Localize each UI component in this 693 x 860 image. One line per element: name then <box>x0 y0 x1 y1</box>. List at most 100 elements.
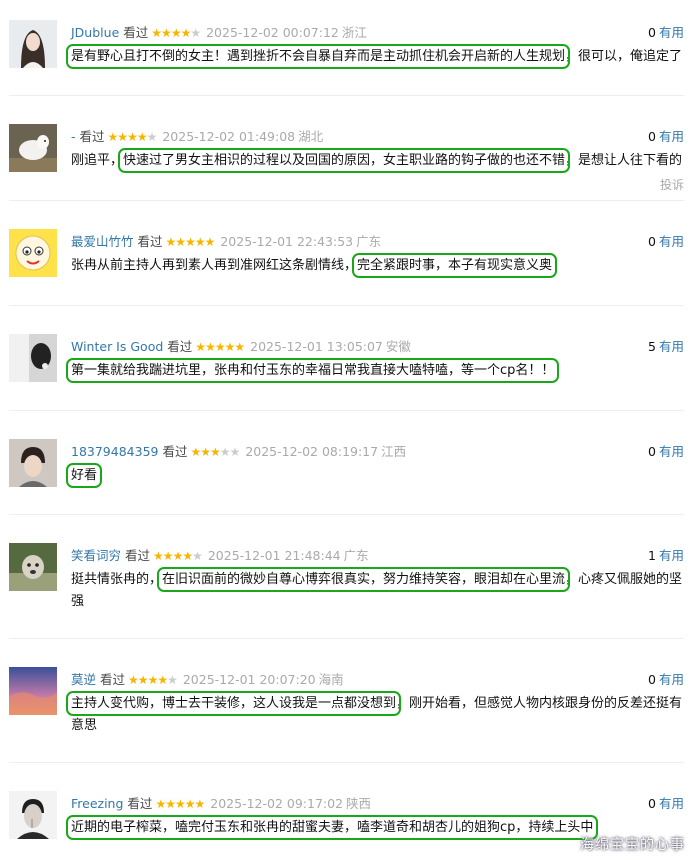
highlighted-text: 第一集就给我踹进坑里，张冉和付玉东的幸福日常我直接大嗑特嗑，等一个cp名！！ <box>65 358 560 383</box>
star-icon: ★ <box>184 797 196 811</box>
useful-count: 5 <box>648 339 656 354</box>
star-icon: ★ <box>200 445 211 459</box>
useful-button[interactable]: 有用 <box>659 234 684 249</box>
username-link[interactable]: - <box>71 129 76 144</box>
comment-location: 湖北 <box>298 129 324 144</box>
highlighted-text: 近期的电子榨菜，嗑完付玉东和张冉的甜蜜夫妻，嗑李道奇和胡杏儿的姐狗cp，持续上头… <box>65 815 599 840</box>
star-icon: ★ <box>214 340 226 354</box>
comment-meta: Winter Is Good 看过 ★★★★★ 2025-12-01 13:05:07… <box>71 336 411 355</box>
rating-stars: ★★★★★ <box>151 26 201 40</box>
comment-time: 2025-12-02 00:07:12 <box>206 25 339 40</box>
comment-meta: Freezing 看过 ★★★★★ 2025-12-02 09:17:02 陕西 <box>71 793 371 812</box>
report-link[interactable]: 投诉 <box>660 176 684 193</box>
star-icon: ★ <box>128 673 139 687</box>
star-icon: ★ <box>157 673 168 687</box>
useful-vote[interactable]: 5 有用 <box>648 336 684 355</box>
rating-stars: ★★★★★ <box>190 445 241 459</box>
comment-text-post: ，是想让人往下看的 <box>565 153 683 168</box>
star-icon: ★ <box>161 26 172 40</box>
avatar[interactable] <box>9 20 57 68</box>
useful-count: 0 <box>648 796 656 811</box>
useful-vote[interactable]: 0 有用 <box>648 22 684 41</box>
rating-stars: ★★★★★ <box>195 340 245 354</box>
star-icon: ★ <box>172 549 184 563</box>
username-link[interactable]: 莫逆 <box>71 672 96 687</box>
avatar[interactable] <box>9 334 57 382</box>
rating-stars: ★★★★★ <box>107 130 158 144</box>
avatar[interactable] <box>9 124 57 172</box>
watched-label: 看过 <box>127 796 153 811</box>
comment-time: 2025-12-02 09:17:02 <box>210 796 344 811</box>
watched-label: 看过 <box>123 25 149 40</box>
avatar[interactable] <box>9 543 57 591</box>
highlighted-text: 是有野心且打不倒的女主！遇到挫折不会自暴自弃而是主动抓住机会开启新的人生规划 <box>65 44 571 69</box>
comment-meta: 最爱山竹竹 看过 ★★★★★ 2025-12-01 22:43:53 广东 <box>71 231 381 250</box>
star-icon: ★ <box>204 235 216 249</box>
star-icon: ★ <box>147 673 159 687</box>
highlighted-text: 好看 <box>65 463 103 488</box>
useful-button[interactable]: 有用 <box>659 444 684 459</box>
useful-count: 1 <box>648 548 656 563</box>
useful-vote[interactable]: 0 有用 <box>648 793 684 812</box>
avatar[interactable] <box>9 439 57 487</box>
star-icon: ★ <box>127 130 138 144</box>
separator <box>9 762 684 763</box>
useful-button[interactable]: 有用 <box>659 25 684 40</box>
watched-label: 看过 <box>100 672 126 687</box>
comment-text: 挺共情张冉的，在旧识面前的微妙自尊心博弈很真实，努力维持笑容，眼泪却在心里流，心… <box>71 567 683 613</box>
rating-stars: ★★★★★ <box>166 235 216 249</box>
highlighted-text: 快速过了男女主相识的过程以及回国的原因，女主职业路的钩子做的也还不错 <box>118 148 571 173</box>
useful-vote[interactable]: 0 有用 <box>648 126 684 145</box>
star-icon: ★ <box>170 26 182 40</box>
highlighted-text: 在旧识面前的微妙自尊心博弈很真实，努力维持笑容，眼泪却在心里流 <box>157 567 571 592</box>
useful-button[interactable]: 有用 <box>659 672 684 687</box>
comment-text-pre: 挺共情张冉的， <box>71 572 163 587</box>
star-icon: ★ <box>107 130 119 144</box>
star-icon: ★ <box>155 797 166 811</box>
avatar[interactable] <box>9 667 57 715</box>
star-icon: ★ <box>224 340 236 354</box>
useful-button[interactable]: 有用 <box>659 548 684 563</box>
star-icon: ★ <box>185 235 196 249</box>
useful-vote[interactable]: 0 有用 <box>648 669 684 688</box>
star-icon: ★ <box>190 26 201 40</box>
comment-meta: 18379484359 看过 ★★★★★ 2025-12-02 08:19:17 江西 <box>71 441 406 460</box>
watched-label: 看过 <box>137 234 163 249</box>
comment-text: 张冉从前主持人再到素人再到准网红这条剧情线，完全紧跟时事，本子有现实意义奥 <box>71 253 683 278</box>
star-icon: ★ <box>162 549 174 563</box>
comment-location: 江西 <box>381 444 407 459</box>
useful-button[interactable]: 有用 <box>659 796 684 811</box>
comment-text: 是有野心且打不倒的女主！遇到挫折不会自暴自弃而是主动抓住机会开启新的人生规划，很… <box>65 44 683 69</box>
rating-stars: ★★★★★ <box>155 797 205 811</box>
useful-vote[interactable]: 0 有用 <box>648 231 684 250</box>
star-icon: ★ <box>205 340 216 354</box>
comment-time: 2025-12-01 22:43:53 <box>220 234 354 249</box>
username-link[interactable]: JDublue <box>71 25 119 40</box>
comment-location: 安徽 <box>385 339 411 354</box>
username-link[interactable]: Freezing <box>71 796 123 811</box>
comment-location: 广东 <box>356 234 382 249</box>
star-icon: ★ <box>136 130 148 144</box>
comment-meta: 笑看词穷 看过 ★★★★★ 2025-12-01 21:48:44 广东 <box>71 545 369 564</box>
avatar[interactable] <box>9 229 57 277</box>
comment-text-post: ，很可以，俺追定了 <box>565 49 683 64</box>
useful-button[interactable]: 有用 <box>659 339 684 354</box>
username-link[interactable]: 最爱山竹竹 <box>71 234 134 249</box>
comment-time: 2025-12-01 21:48:44 <box>207 548 341 563</box>
useful-vote[interactable]: 0 有用 <box>648 441 684 460</box>
star-icon: ★ <box>146 130 158 144</box>
username-link[interactable]: Winter Is Good <box>71 339 163 354</box>
useful-vote[interactable]: 1 有用 <box>648 545 684 564</box>
star-icon: ★ <box>219 445 231 459</box>
username-link[interactable]: 笑看词穷 <box>71 548 121 563</box>
watched-label: 看过 <box>167 339 193 354</box>
star-icon: ★ <box>167 673 178 687</box>
useful-button[interactable]: 有用 <box>659 129 684 144</box>
comment-location: 海南 <box>318 672 344 687</box>
star-icon: ★ <box>190 445 202 459</box>
star-icon: ★ <box>195 340 206 354</box>
star-icon: ★ <box>137 673 149 687</box>
username-link[interactable]: 18379484359 <box>71 444 158 459</box>
highlighted-text: 主持人变代购，博士去干装修，这人设我是一点都没想到 <box>65 691 402 716</box>
avatar[interactable] <box>9 791 57 839</box>
